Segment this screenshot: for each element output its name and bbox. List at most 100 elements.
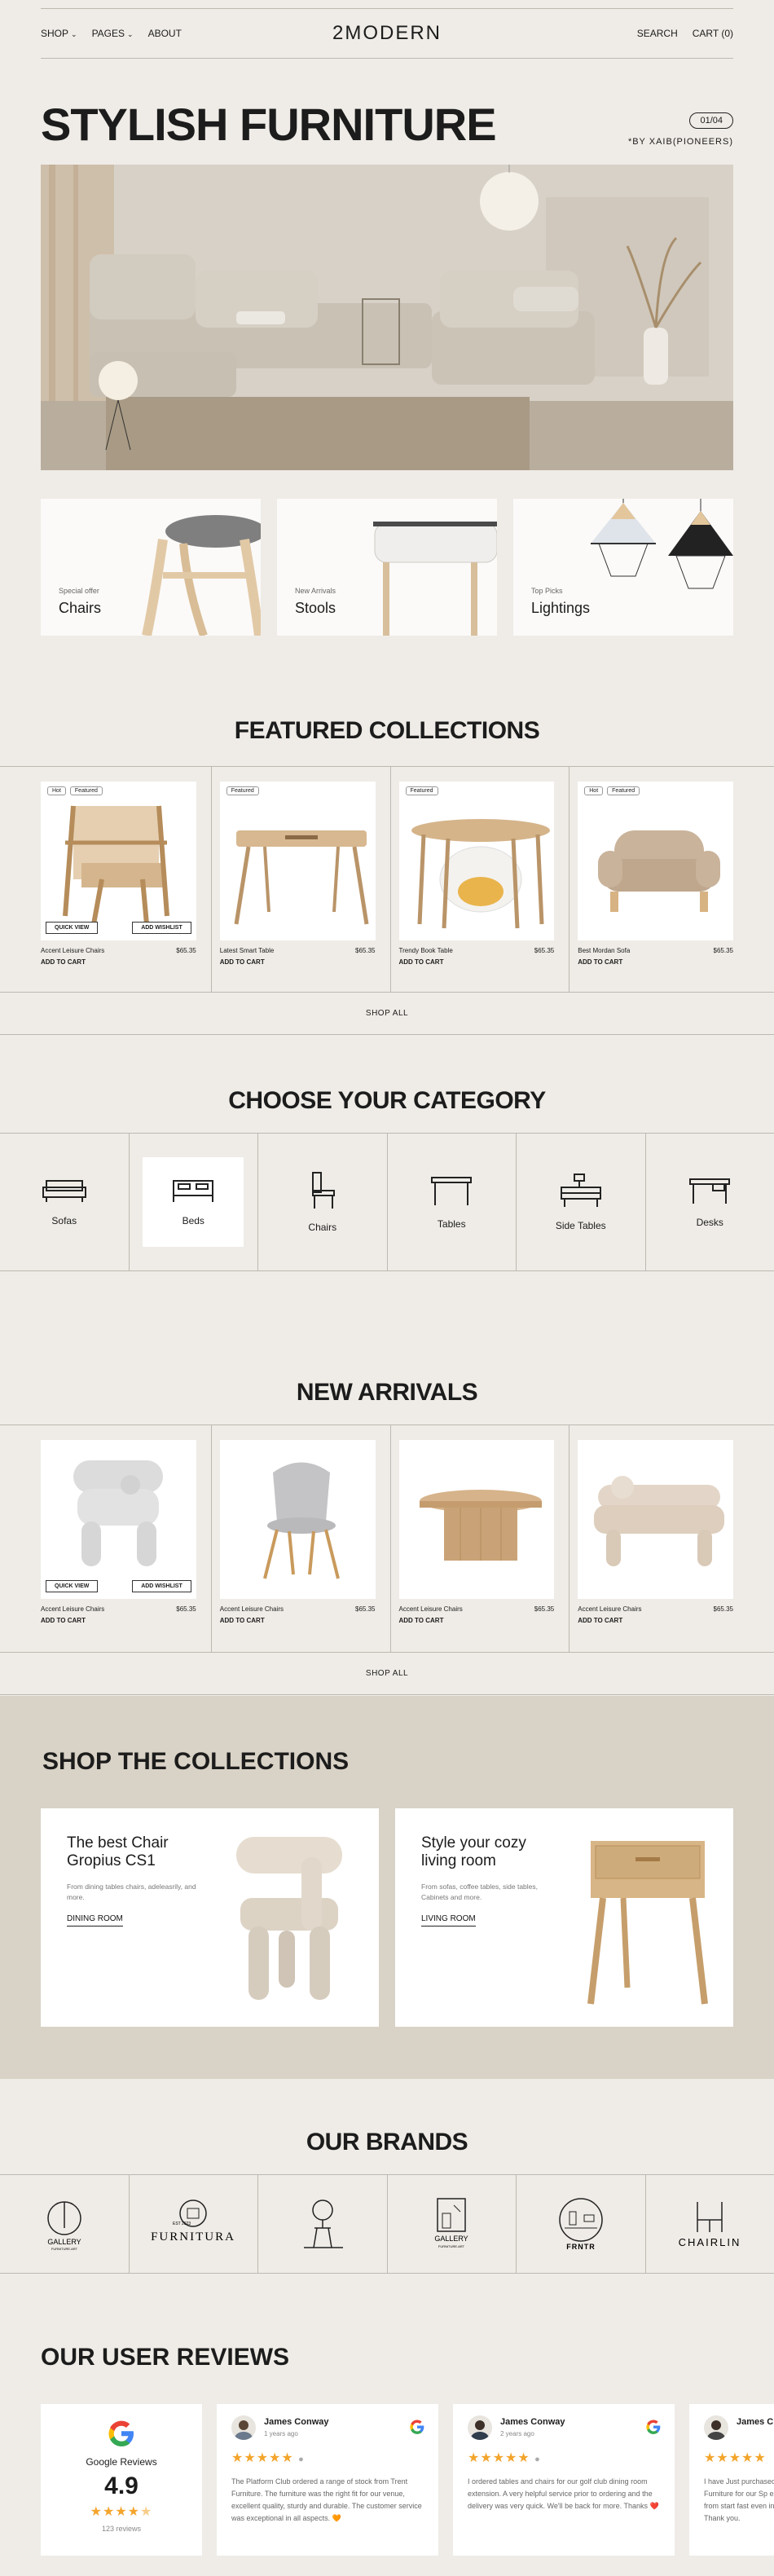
arrivals-title: NEW ARRIVALS bbox=[296, 1379, 478, 1406]
category-card-lightings[interactable]: Top Picks Lightings bbox=[513, 499, 733, 636]
review-card: James C ★★★★★ I have Just purchased Furn… bbox=[689, 2404, 774, 2556]
brand-name: GALLERY bbox=[435, 2235, 468, 2243]
product-name[interactable]: Best Mordan Sofa bbox=[578, 947, 630, 954]
hero-title: STYLISH FURNITURE bbox=[41, 99, 497, 150]
category-card-tag: Top Picks bbox=[531, 587, 563, 595]
brand-logo-frntr[interactable]: FRNTR bbox=[517, 2175, 646, 2273]
product-card[interactable]: Hot Featured Best Mordan Sofa $65.35 ADD … bbox=[570, 767, 774, 992]
category-card-tag: New Arrivals bbox=[295, 587, 336, 595]
product-card[interactable]: Accent Leisure Chairs $65.35 ADD TO CART bbox=[391, 1425, 570, 1652]
collections-section: SHOP THE COLLECTIONS The best Chair Grop… bbox=[0, 1696, 774, 2079]
product-card[interactable]: Featured Latest Smart Table $65.35 ADD TO… bbox=[212, 767, 391, 992]
category-label: Tables bbox=[437, 1218, 466, 1230]
add-to-cart-button[interactable]: ADD TO CART bbox=[399, 1617, 555, 1624]
product-name[interactable]: Accent Leisure Chairs bbox=[399, 1605, 463, 1613]
product-name[interactable]: Latest Smart Table bbox=[220, 947, 275, 954]
product-card[interactable]: QUICK VIEW ADD WISHLIST Accent Leisure C… bbox=[0, 1425, 212, 1652]
category-card-chairs[interactable]: Special offer Chairs bbox=[41, 499, 261, 636]
product-image bbox=[398, 1440, 555, 1599]
product-card[interactable]: Hot Featured QUICK VIEW ADD WISHLIST Acc… bbox=[0, 767, 212, 992]
quick-view-button[interactable]: QUICK VIEW bbox=[46, 922, 99, 934]
add-to-cart-button[interactable]: ADD TO CART bbox=[41, 958, 196, 966]
category-desks[interactable]: Desks bbox=[646, 1134, 774, 1270]
side-table-icon bbox=[560, 1174, 601, 1207]
page: SHOP ⌄ PAGES ⌄ ABOUT 2MODERN SEARCH CART (… bbox=[0, 0, 774, 2576]
review-stars: ★★★★★ ● bbox=[231, 2451, 305, 2465]
review-stars: ★★★★★ bbox=[704, 2451, 767, 2465]
brand-name: FURNITURA bbox=[151, 2230, 235, 2244]
product-price: $65.35 bbox=[534, 947, 555, 954]
product-card[interactable]: Featured Trendy Book Table $65.35 ADD TO … bbox=[391, 767, 570, 992]
category-card-stools[interactable]: New Arrivals Stools bbox=[277, 499, 497, 636]
arrivals-shop-all-button[interactable]: SHOP ALL bbox=[0, 1653, 774, 1695]
google-stars: ★★★★★ bbox=[90, 2505, 153, 2519]
slide-pager[interactable]: 01/04 bbox=[689, 112, 733, 129]
product-price: $65.35 bbox=[176, 1605, 196, 1613]
nav-shop[interactable]: SHOP ⌄ bbox=[41, 28, 77, 39]
badge-hot: Hot bbox=[584, 786, 604, 795]
add-to-cart-button[interactable]: ADD TO CART bbox=[399, 958, 555, 966]
brand-name: GALLERY bbox=[47, 2238, 81, 2246]
product-card[interactable]: Accent Leisure Chairs $65.35 ADD TO CART bbox=[570, 1425, 774, 1652]
brand-logo-chair-mark[interactable] bbox=[258, 2175, 388, 2273]
product-image: Featured bbox=[398, 782, 555, 940]
add-to-cart-button[interactable]: ADD TO CART bbox=[41, 1617, 196, 1624]
nav-cart[interactable]: CART (0) bbox=[693, 28, 733, 39]
chevron-down-icon: ⌄ bbox=[127, 30, 134, 38]
product-price: $65.35 bbox=[534, 1605, 555, 1613]
logo[interactable]: 2MODERN bbox=[332, 22, 442, 45]
reviews-title: OUR USER REVIEWS bbox=[41, 2344, 290, 2371]
product-badges: Featured bbox=[226, 786, 259, 795]
product-image bbox=[219, 1440, 376, 1599]
featured-title: FEATURED COLLECTIONS bbox=[234, 717, 540, 744]
product-name[interactable]: Trendy Book Table bbox=[399, 947, 453, 954]
category-chairs[interactable]: Chairs bbox=[258, 1134, 388, 1270]
brand-sub: FURNITURE.ART bbox=[51, 2247, 78, 2251]
avatar bbox=[231, 2415, 256, 2440]
quick-view-button[interactable]: QUICK VIEW bbox=[46, 1580, 99, 1592]
product-card[interactable]: Accent Leisure Chairs $65.35 ADD TO CART bbox=[212, 1425, 391, 1652]
chair-icon bbox=[311, 1172, 335, 1209]
add-to-cart-button[interactable]: ADD TO CART bbox=[578, 1617, 733, 1624]
add-to-cart-button[interactable]: ADD TO CART bbox=[220, 958, 376, 966]
featured-shop-all-button[interactable]: SHOP ALL bbox=[0, 993, 774, 1035]
dining-room-link[interactable]: DINING ROOM bbox=[67, 1914, 123, 1926]
brand-logo-chairlin[interactable]: CHAIRLIN bbox=[646, 2175, 774, 2273]
nav-pages[interactable]: PAGES ⌄ bbox=[92, 28, 134, 39]
category-beds[interactable]: Beds bbox=[130, 1134, 258, 1270]
category-label: Sofas bbox=[51, 1215, 77, 1226]
sofa-icon bbox=[42, 1180, 86, 1202]
product-name[interactable]: Accent Leisure Chairs bbox=[220, 1605, 284, 1613]
chevron-down-icon: ⌄ bbox=[71, 30, 77, 38]
add-wishlist-button[interactable]: ADD WISHLIST bbox=[132, 922, 191, 934]
living-room-link[interactable]: LIVING ROOM bbox=[421, 1914, 476, 1926]
nav-search[interactable]: SEARCH bbox=[637, 28, 678, 39]
product-name[interactable]: Accent Leisure Chairs bbox=[41, 1605, 104, 1613]
top-nav: SHOP ⌄ PAGES ⌄ ABOUT 2MODERN SEARCH CART (… bbox=[41, 8, 733, 59]
category-sofas[interactable]: Sofas bbox=[0, 1134, 130, 1270]
category-side-tables[interactable]: Side Tables bbox=[517, 1134, 646, 1270]
collection-desc: From sofas, coffee tables, side tables, … bbox=[421, 1882, 538, 1901]
add-wishlist-button[interactable]: ADD WISHLIST bbox=[132, 1580, 191, 1592]
featured-products: Hot Featured QUICK VIEW ADD WISHLIST Acc… bbox=[0, 766, 774, 993]
brand-logo-furnitura[interactable]: EST 2023 FURNITURA bbox=[130, 2175, 258, 2273]
collection-card-living[interactable]: Style your cozy living room From sofas, … bbox=[395, 1808, 733, 2027]
brand-logo-gallery-2[interactable]: GALLERY FURNITURE.ART bbox=[388, 2175, 517, 2273]
brand-name: FRNTR bbox=[566, 2243, 596, 2251]
product-image: Featured bbox=[219, 782, 376, 940]
category-tables[interactable]: Tables bbox=[388, 1134, 517, 1270]
product-name[interactable]: Accent Leisure Chairs bbox=[41, 947, 104, 954]
brand-logo-gallery[interactable]: GALLERY FURNITURE.ART bbox=[0, 2175, 130, 2273]
brand-sub: EST 2023 bbox=[173, 2222, 191, 2226]
product-actions: QUICK VIEW ADD WISHLIST bbox=[46, 922, 191, 934]
review-text: The Platform Club ordered a range of sto… bbox=[231, 2477, 422, 2522]
review-card: James Conway 2 years ago ★★★★★ ● I order… bbox=[453, 2404, 675, 2556]
nav-about[interactable]: ABOUT bbox=[148, 28, 182, 39]
brands-title: OUR BRANDS bbox=[306, 2129, 468, 2155]
collection-card-dining[interactable]: The best Chair Gropius CS1 From dining t… bbox=[41, 1808, 379, 2027]
add-to-cart-button[interactable]: ADD TO CART bbox=[220, 1617, 376, 1624]
google-reviews-card[interactable]: Google Reviews 4.9 ★★★★★ 123 reviews bbox=[41, 2404, 202, 2556]
product-name[interactable]: Accent Leisure Chairs bbox=[578, 1605, 641, 1613]
product-badges: Featured bbox=[405, 786, 438, 795]
add-to-cart-button[interactable]: ADD TO CART bbox=[578, 958, 733, 966]
